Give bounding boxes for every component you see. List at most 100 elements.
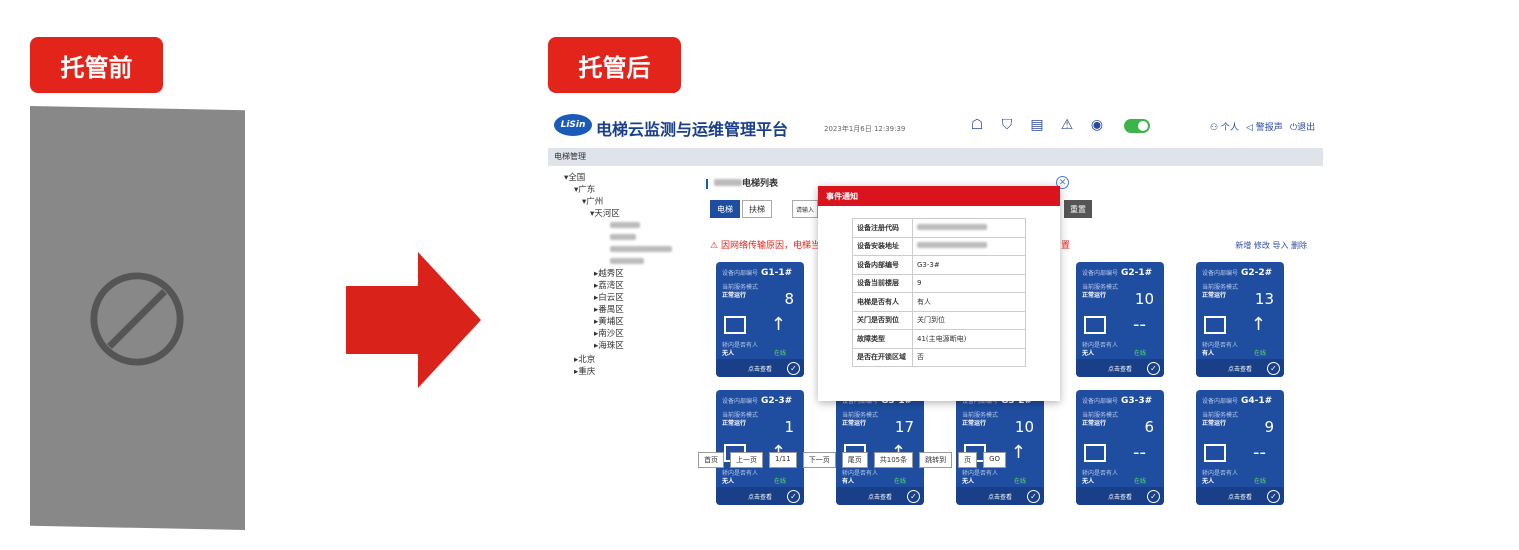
user-circle-icon[interactable]: ◉ <box>1088 116 1106 134</box>
shield-icon[interactable]: ⛉ <box>998 116 1016 134</box>
door-icon <box>1084 444 1106 462</box>
pager-item[interactable]: 尾页 <box>841 452 868 468</box>
region-tree: ▾全国 ▾广东 ▾广州 ▾天河区 ▸越秀区 ▸荔湾区 ▸白云区 ▸番禺区 ▸黄埔… <box>554 172 694 378</box>
check-icon: ✓ <box>1267 490 1280 503</box>
check-icon: ✓ <box>1267 362 1280 375</box>
toggle-switch[interactable] <box>1124 119 1150 133</box>
tree-label: 广东 <box>578 185 596 195</box>
person-value: 无人 <box>1082 478 1095 485</box>
current-floor: 13 <box>1254 290 1274 308</box>
detail-value <box>912 236 1026 256</box>
warning-tail: 置 <box>1061 241 1071 251</box>
detail-value <box>912 218 1026 238</box>
reset-button[interactable]: 重置 <box>1064 200 1092 218</box>
pager-item[interactable]: 上一页 <box>730 452 763 468</box>
elevator-card[interactable]: 设备内部编号G3-1#当前服务模式正常运行17↑轿内是否有人有人在线点击查看✓ <box>836 390 924 505</box>
elevator-card[interactable]: 设备内部编号 G1-1# 当前服务模式 正常运行 8 ↑ 轿内是否有人 无人 在线 点击查看 ✓ <box>716 262 804 377</box>
elevator-card[interactable]: 设备内部编号 G2-1# 当前服务模式 正常运行 10 -- 轿内是否有人 无人 在线 点击查看 ✓ <box>1076 262 1164 377</box>
detail-key: 设备安装地址 <box>852 236 913 256</box>
door-icon <box>1204 316 1226 334</box>
mode-value: 正常运行 <box>722 420 747 427</box>
tree-label: 荔湾区 <box>598 281 624 291</box>
tree-node-city[interactable]: ▾广州 <box>554 196 694 208</box>
direction-indicator: ↑ <box>1010 442 1026 463</box>
direction-indicator: -- <box>1253 442 1266 463</box>
blurred-item <box>610 222 640 228</box>
elevator-card[interactable]: 设备内部编号 G3-2# 当前服务模式 正常运行 10 ↑ 轿内是否有人 无人 在线 点击查看 ✓ <box>956 390 1044 505</box>
monitor-icon[interactable]: ▤ <box>1028 116 1046 134</box>
platform-screenshot: LiSin 电梯云监测与运维管理平台 2023年1月6日 12:39:39 ☖ … <box>548 102 1323 530</box>
detail-key: 电梯是否有人 <box>852 292 913 312</box>
current-floor: 6 <box>1144 418 1154 436</box>
tree-node-district[interactable]: ▸越秀区 <box>554 268 694 280</box>
elevator-id: G4-1# <box>1241 396 1273 406</box>
pager-item[interactable]: GO <box>983 452 1007 468</box>
elevator-card[interactable]: 设备内部编号 G3-3# 当前服务模式 正常运行 6 -- 轿内是否有人 无人 在线 点击查看 ✓ <box>1076 390 1164 505</box>
list-title-text: 电梯列表 <box>742 179 779 189</box>
current-floor: 10 <box>1014 418 1034 436</box>
detail-value: 否 <box>912 347 1026 367</box>
tree-node-province[interactable]: ▾广东 <box>554 184 694 196</box>
tree-node-district[interactable]: ▸荔湾区 <box>554 280 694 292</box>
pager-item[interactable]: 首页 <box>698 452 724 468</box>
direction-indicator: ↑ <box>770 314 786 335</box>
pager-item[interactable]: 下一页 <box>802 452 836 468</box>
person-value: 无人 <box>1202 478 1215 485</box>
alarm-sound-link[interactable]: ◁ 警报声 <box>1246 120 1283 133</box>
network-warning: ⚠ 因网络传输原因，电梯当 <box>710 241 820 251</box>
card-header: 设备内部编号 G2-3# <box>722 396 793 406</box>
tree-node-district[interactable]: ▸黄埔区 <box>554 316 694 328</box>
event-notification-dialog: 事件通知 设备注册代码 设备安装地址 设备内部编号 G3-3# 设备当前楼层 9 电梯是否有… <box>818 186 1060 401</box>
tab-elevator[interactable]: 电梯 <box>710 200 740 218</box>
before-badge: 托管前 <box>30 37 163 93</box>
tree-node-district[interactable]: ▸白云区 <box>554 292 694 304</box>
check-icon: ✓ <box>1027 490 1040 503</box>
logo: LiSin <box>554 114 592 136</box>
tree-node-root[interactable]: ▾全国 <box>554 172 694 184</box>
action-links[interactable]: 新增 修改 导入 删除 <box>1235 240 1307 251</box>
logout-link[interactable]: ⏻退出 <box>1290 120 1315 133</box>
check-icon: ✓ <box>1147 362 1160 375</box>
tree-label: 海珠区 <box>598 341 624 351</box>
pager-item[interactable]: 共105条 <box>873 452 914 468</box>
elevator-id: G3-3# <box>1121 396 1153 406</box>
tree-node-province[interactable]: ▸重庆 <box>554 366 694 378</box>
card-header: 设备内部编号 G2-1# <box>1082 268 1153 278</box>
elevator-card[interactable]: 设备内部编号 G4-1# 当前服务模式 正常运行 9 -- 轿内是否有人 无人 在线 点击查看 ✓ <box>1196 390 1284 505</box>
online-status: 在线 <box>893 478 906 485</box>
online-status: 在线 <box>1013 478 1026 485</box>
tree-node-province[interactable]: ▸北京 <box>554 354 694 366</box>
tab-escalator[interactable]: 扶梯 <box>742 200 772 218</box>
pager-item[interactable]: 跳转到 <box>919 452 953 468</box>
pager-item[interactable]: 页 <box>958 452 978 468</box>
detail-value: 41(主电源断电) <box>912 329 1026 349</box>
tree-label: 番禺区 <box>598 305 624 315</box>
tree-node-district[interactable]: ▸番禺区 <box>554 304 694 316</box>
tree-node-district[interactable]: ▸南沙区 <box>554 328 694 340</box>
detail-key: 关门是否到位 <box>852 310 913 330</box>
elevator-card[interactable]: 设备内部编号G2-3#当前服务模式正常运行1↑轿内是否有人无人在线点击查看✓ <box>716 390 804 505</box>
alarm-sound-label: 警报声 <box>1255 123 1283 133</box>
tree-node-district-open[interactable]: ▾天河区 <box>554 208 694 220</box>
tree-label: 白云区 <box>598 293 624 303</box>
tree-label: 黄埔区 <box>598 317 624 327</box>
tree-label: 越秀区 <box>598 269 624 279</box>
breadcrumb: 电梯管理 <box>548 148 1323 166</box>
search-input[interactable]: 请输入 <box>792 200 818 218</box>
detail-key: 故障类型 <box>852 329 913 349</box>
warning-icon[interactable]: ⚠ <box>1058 116 1076 134</box>
person-value: 无人 <box>962 478 975 485</box>
blurred-item <box>610 234 636 240</box>
mode-value: 正常运行 <box>722 292 747 299</box>
online-status: 在线 <box>1253 478 1266 485</box>
pager-item[interactable]: 1/11 <box>769 452 797 468</box>
alarm-light-icon[interactable]: ☖ <box>968 116 986 134</box>
personal-link[interactable]: ⚇ 个人 <box>1210 120 1239 133</box>
check-icon: ✓ <box>1147 490 1160 503</box>
tree-node-district[interactable]: ▸海珠区 <box>554 340 694 352</box>
detail-row: 是否在开锁区域否 <box>852 347 1026 367</box>
elevator-card[interactable]: 设备内部编号 G2-2# 当前服务模式 正常运行 13 ↑ 轿内是否有人 有人 在线 点击查看 ✓ <box>1196 262 1284 377</box>
online-status: 在线 <box>773 478 786 485</box>
check-icon: ✓ <box>907 490 920 503</box>
card-header: 设备内部编号 G3-3# <box>1082 396 1153 406</box>
